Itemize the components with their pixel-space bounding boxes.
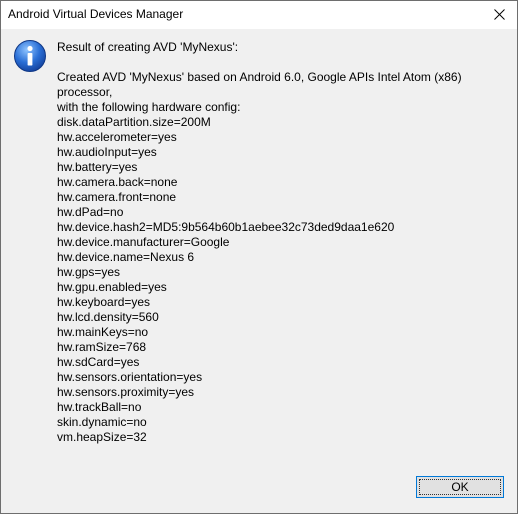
message-line: Created AVD 'MyNexus' based on Android 6…: [57, 70, 462, 84]
message-line: hw.dPad=no: [57, 205, 124, 219]
message-line: hw.battery=yes: [57, 160, 138, 174]
message-line: hw.gpu.enabled=yes: [57, 280, 167, 294]
info-icon: [14, 40, 46, 72]
message-line: vm.heapSize=32: [57, 430, 147, 444]
message-line: hw.keyboard=yes: [57, 295, 151, 309]
message-line: hw.sdCard=yes: [57, 355, 140, 369]
message-line: hw.trackBall=no: [57, 400, 142, 414]
message-line: hw.camera.back=none: [57, 175, 178, 189]
message-line: hw.lcd.density=560: [57, 310, 159, 324]
result-heading: Result of creating AVD 'MyNexus':: [57, 40, 239, 54]
close-icon: [494, 9, 505, 20]
message-line: hw.camera.front=none: [57, 190, 177, 204]
message-line: hw.device.name=Nexus 6: [57, 250, 195, 264]
title-bar[interactable]: Android Virtual Devices Manager: [1, 1, 517, 29]
message-line: hw.device.hash2=MD5:9b564b60b1aebee32c73…: [57, 220, 395, 234]
window-title: Android Virtual Devices Manager: [8, 7, 184, 21]
message-line: processor,: [57, 85, 113, 99]
dialog-window: Android Virtual Devices Manager Result o…: [0, 0, 518, 514]
ok-button[interactable]: OK: [416, 476, 504, 498]
message-line: disk.dataPartition.size=200M: [57, 115, 211, 129]
message-text: Result of creating AVD 'MyNexus': Create…: [57, 40, 507, 445]
message-line: with the following hardware config:: [57, 100, 241, 114]
dialog-body: Result of creating AVD 'MyNexus': Create…: [1, 29, 517, 513]
message-line: hw.sensors.orientation=yes: [57, 370, 203, 384]
message-line: skin.dynamic=no: [57, 415, 147, 429]
message-line: hw.device.manufacturer=Google: [57, 235, 230, 249]
message-line: hw.ramSize=768: [57, 340, 147, 354]
close-button[interactable]: [483, 1, 517, 29]
config-lines: Created AVD 'MyNexus' based on Android 6…: [57, 70, 507, 445]
ok-button-label: OK: [451, 480, 469, 494]
message-line: hw.sensors.proximity=yes: [57, 385, 195, 399]
message-line: hw.audioInput=yes: [57, 145, 157, 159]
message-line: hw.mainKeys=no: [57, 325, 149, 339]
message-line: hw.accelerometer=yes: [57, 130, 177, 144]
message-line: hw.gps=yes: [57, 265, 121, 279]
